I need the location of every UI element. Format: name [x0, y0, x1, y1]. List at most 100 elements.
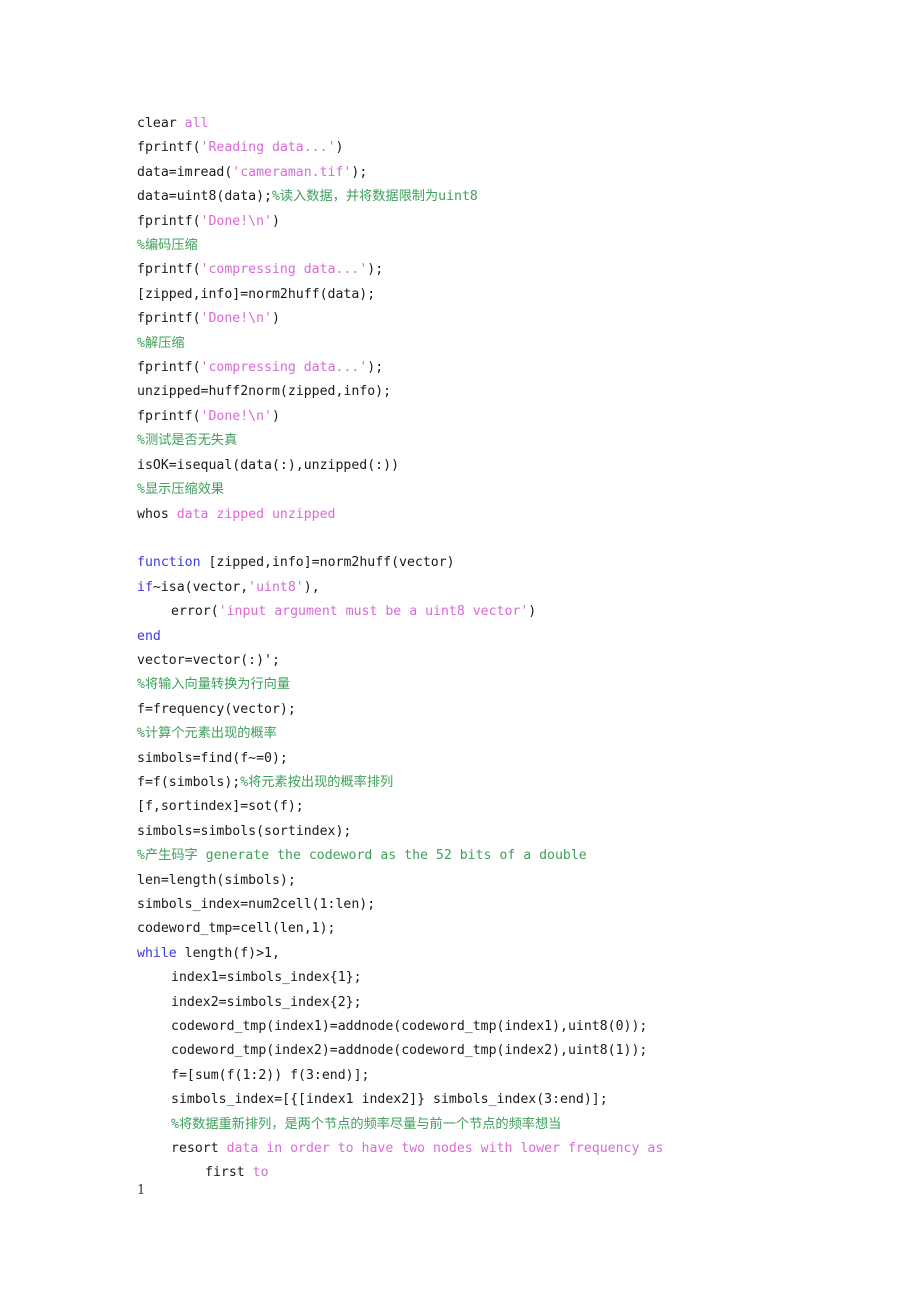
code-token-plain: simbols_index=[{[index1 index2]} simbols… — [171, 1092, 608, 1108]
code-token-plain: fprintf( — [137, 408, 201, 424]
code-line: data=imread('cameraman.tif'); — [137, 161, 877, 185]
code-token-plain: vector=vector(:)'; — [137, 652, 280, 668]
code-token-plain: codeword_tmp(index1)=addnode(codeword_tm… — [171, 1019, 648, 1035]
code-token-comment: %将元素按出现的概率排列 — [240, 774, 394, 790]
code-token-plain: ), — [303, 579, 320, 595]
code-token-keyword: if — [137, 579, 153, 595]
page-watermark — [150, 1178, 810, 1238]
code-token-plain: data=imread( — [137, 164, 233, 180]
code-line: codeword_tmp=cell(len,1); — [137, 917, 877, 941]
code-token-plain: ) — [272, 311, 280, 327]
code-token-string: 'Done!\n' — [200, 311, 272, 327]
code-line: data=uint8(data);%读入数据，并将数据限制为uint8 — [137, 185, 877, 209]
code-line: len=length(simbols); — [137, 869, 877, 893]
code-line: fprintf('Done!\n') — [137, 210, 877, 234]
code-token-plain: ); — [351, 164, 368, 180]
code-token-plain: ) — [528, 604, 537, 620]
code-line: %将输入向量转换为行向量 — [137, 673, 877, 697]
code-token-plain: fprintf( — [137, 213, 201, 229]
code-token-keyword: function — [137, 555, 201, 571]
code-token-magenta: data in order to have two nodes with low… — [226, 1141, 664, 1157]
code-line: function [zipped,info]=norm2huff(vector) — [137, 551, 877, 575]
code-line: f=f(simbols);%将元素按出现的概率排列 — [137, 771, 877, 795]
code-token-plain: fprintf( — [137, 311, 201, 327]
code-line: %产生码字 generate the codeword as the 52 bi… — [137, 844, 877, 868]
code-token-plain: simbols_index=num2cell(1:len); — [137, 896, 376, 912]
code-token-keyword: while — [137, 945, 177, 961]
code-token-comment: %显示压缩效果 — [137, 482, 225, 498]
code-line: %测试是否无失真 — [137, 429, 877, 453]
code-token-string: 'Done!\n' — [200, 213, 272, 229]
code-line: isOK=isequal(data(:),unzipped(:)) — [137, 454, 877, 478]
code-token-plain: first — [205, 1165, 253, 1181]
code-token-magenta: to — [252, 1165, 269, 1181]
code-token-comment: %产生码字 — [137, 848, 198, 864]
code-token-plain: ~isa(vector, — [152, 579, 249, 595]
code-line: simbols_index=[{[index1 index2]} simbols… — [137, 1088, 877, 1112]
code-token-plain: ); — [367, 360, 384, 376]
code-token-plain: error( — [171, 604, 219, 620]
code-token-plain: simbols=find(f~=0); — [137, 750, 288, 766]
code-line: simbols_index=num2cell(1:len); — [137, 893, 877, 917]
page-number: 1 — [137, 1183, 146, 1198]
code-token-string: 'cameraman.tif' — [232, 164, 352, 180]
code-line: f=[sum(f(1:2)) f(3:end)]; — [137, 1064, 877, 1088]
matlab-code-listing: clear all fprintf('Reading data...') data=… — [137, 112, 877, 1186]
code-token-plain: fprintf( — [137, 140, 201, 156]
code-token-plain: len=length(simbols); — [137, 872, 296, 888]
code-line: %将数据重新排列，是两个节点的频率尽量与前一个节点的频率想当 — [137, 1113, 877, 1137]
code-line: %计算个元素出现的概率 — [137, 722, 877, 746]
code-token-plain: unzipped=huff2norm(zipped,info); — [137, 384, 392, 400]
code-token-plain: ); — [367, 262, 384, 278]
code-token-plain: [zipped,info]=norm2huff(data); — [137, 286, 376, 302]
code-token-plain: f=[sum(f(1:2)) f(3:end)]; — [171, 1067, 370, 1083]
code-token-plain: simbols=simbols(sortindex); — [137, 823, 352, 839]
code-token-plain: fprintf( — [137, 360, 201, 376]
code-token-plain: codeword_tmp=cell(len,1); — [137, 921, 336, 937]
code-token-plain: [zipped,info]=norm2huff(vector) — [200, 555, 455, 571]
code-token-magenta: all — [184, 116, 209, 131]
code-token-string: 'Reading data...' — [200, 140, 336, 156]
code-token-plain: [f,sortindex]=sot(f); — [137, 799, 304, 815]
code-token-plain: ) — [272, 408, 280, 424]
code-token-plain: resort — [171, 1141, 227, 1157]
code-token-string: 'uint8' — [248, 579, 304, 595]
code-token-comment: %测试是否无失真 — [137, 433, 238, 449]
code-token-comment: %读入数据，并将数据限制为uint8 — [271, 189, 478, 205]
code-token-plain: data=uint8(data); — [137, 189, 272, 205]
code-token-plain: ) — [335, 140, 344, 156]
code-line: [f,sortindex]=sot(f); — [137, 795, 877, 819]
code-token-comment: %计算个元素出现的概率 — [137, 726, 277, 742]
code-line: while length(f)>1, — [137, 942, 877, 966]
code-token-comment: generate the codeword as the 52 bits of … — [197, 848, 587, 864]
code-token-plain: index1=simbols_index{1}; — [171, 970, 362, 986]
code-line: fprintf('compressing data...'); — [137, 356, 877, 380]
code-line: %解压缩 — [137, 332, 877, 356]
code-token-comment: %将输入向量转换为行向量 — [137, 677, 291, 693]
code-line: fprintf('Done!\n') — [137, 405, 877, 429]
code-line: [zipped,info]=norm2huff(data); — [137, 283, 877, 307]
code-line: vector=vector(:)'; — [137, 649, 877, 673]
code-line: clear all — [137, 112, 877, 136]
code-token-comment: %解压缩 — [137, 335, 185, 351]
code-line: codeword_tmp(index1)=addnode(codeword_tm… — [137, 1015, 877, 1039]
code-line: fprintf('Reading data...') — [137, 136, 877, 160]
code-token-plain: length(f)>1, — [176, 945, 280, 961]
code-token-plain: ) — [272, 213, 280, 229]
code-token-plain: codeword_tmp(index2)=addnode(codeword_tm… — [171, 1043, 648, 1059]
code-token-magenta: data zipped unzipped — [176, 506, 336, 522]
code-token-string: 'compressing data...' — [200, 360, 368, 376]
code-token-comment: %将数据重新排列，是两个节点的频率尽量与前一个节点的频率想当 — [171, 1116, 562, 1132]
code-token-string: 'compressing data...' — [200, 262, 368, 278]
code-token-keyword: end — [137, 628, 161, 644]
code-token-plain: clear — [137, 116, 185, 131]
code-line: %显示压缩效果 — [137, 478, 877, 502]
code-token-plain: fprintf( — [137, 262, 201, 278]
code-line: f=frequency(vector); — [137, 698, 877, 722]
code-token-plain: f=f(simbols); — [137, 774, 241, 790]
code-line: codeword_tmp(index2)=addnode(codeword_tm… — [137, 1039, 877, 1063]
code-line: resort data in order to have two nodes w… — [137, 1137, 877, 1161]
code-token-string: 'input argument must be a uint8 vector' — [218, 604, 529, 620]
code-line: fprintf('compressing data...'); — [137, 258, 877, 282]
code-line: index1=simbols_index{1}; — [137, 966, 877, 990]
